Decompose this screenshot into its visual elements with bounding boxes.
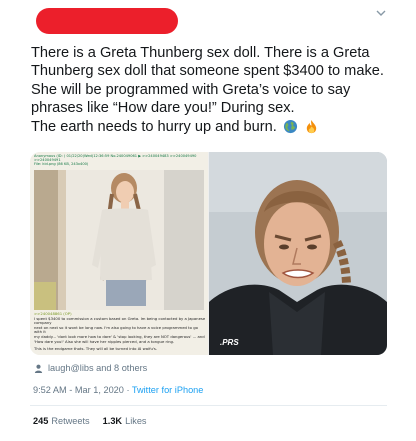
tweet-card: There is a Greta Thunberg sex doll. Ther… [0, 0, 416, 441]
board-post-header: Anonymous (ID: ) 01/22/20(Wed)12:36:59 N… [34, 154, 206, 168]
board-file-text: File: kid.png (86 KB, 243x400) [34, 162, 89, 167]
likes-label: Likes [125, 416, 147, 426]
board-post-line: This is the endgame thots. They will all… [34, 346, 158, 352]
tweet-text-line-last: The earth needs to hurry up and burn. [31, 118, 401, 136]
divider [30, 405, 387, 406]
board-post-line: 'How dare you!' Also she will have her n… [34, 338, 175, 344]
liked-by[interactable]: laugh@libs and 8 others [34, 363, 147, 373]
tweet-timestamp[interactable]: 9:52 AM - Mar 1, 2020 · Twitter for iPho… [33, 385, 203, 395]
tweet-text-line: phrases like “How dare you!” During sex. [31, 100, 295, 117]
chevron-down-icon[interactable] [374, 6, 388, 20]
retweets-count: 245 [33, 416, 49, 426]
retweets-stat[interactable]: 245 Retweets [33, 416, 90, 426]
globe-emoji-icon [283, 119, 297, 133]
liked-by-text: laugh@libs and 8 others [48, 363, 148, 373]
doll-photo [34, 170, 204, 310]
redacted-author-name [36, 8, 178, 34]
tweet-text-line: Thunberg sex doll that someone spent $34… [31, 63, 384, 80]
tweet-text-line: She will be programmed with Greta’s voic… [31, 81, 351, 98]
retweets-label: Retweets [51, 416, 90, 426]
likes-stat[interactable]: 1.3K Likes [103, 416, 147, 426]
media-image-right[interactable]: .PRS [209, 152, 387, 355]
board-header-text: Anonymous (ID: ) 01/22/20(Wed)12:36:59 N… [34, 154, 197, 163]
tweet-source-link[interactable]: Twitter for iPhone [132, 385, 204, 395]
board-post-body: >>240048861 (OP) I spent $3400 to commis… [34, 311, 206, 352]
likes-count: 1.3K [102, 416, 123, 426]
media-image-left[interactable]: Anonymous (ID: ) 01/22/20(Wed)12:36:59 N… [30, 152, 208, 355]
timestamp-text: 9:52 AM - Mar 1, 2020 · [33, 385, 132, 395]
tweet-stats: 245 Retweets 1.3K Likes [33, 416, 147, 426]
fire-emoji-icon [306, 119, 317, 133]
person-icon [34, 364, 43, 373]
image-watermark: .PRS [220, 338, 239, 347]
tweet-media[interactable]: Anonymous (ID: ) 01/22/20(Wed)12:36:59 N… [30, 152, 387, 355]
tweet-text-line: The earth needs to hurry up and burn. [31, 118, 277, 135]
tweet-text-line: There is a Greta Thunberg sex doll. Ther… [31, 45, 370, 61]
tweet-text: There is a Greta Thunberg sex doll. Ther… [31, 44, 401, 136]
person-photo [209, 152, 387, 355]
